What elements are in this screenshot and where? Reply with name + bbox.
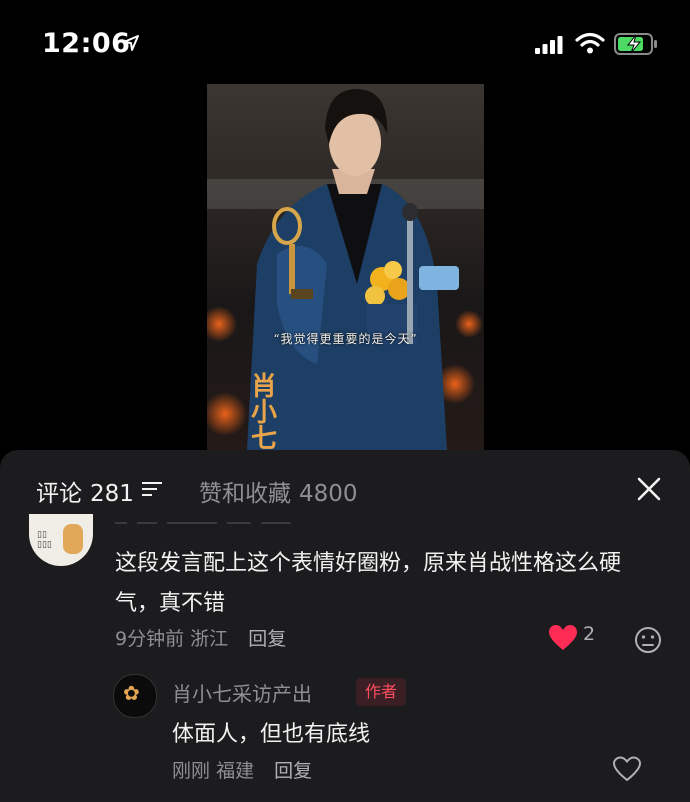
comment-time: 9分钟前 xyxy=(115,628,185,650)
tab-comments-label: 评论 xyxy=(36,481,82,507)
likes-count: 4800 xyxy=(299,481,358,507)
video-subtitle: “我觉得更重要的是今天” xyxy=(273,332,418,346)
author-avatar-glyph: ✿ xyxy=(123,681,140,705)
video-frame xyxy=(207,89,484,450)
comment-meta: 9分钟前 浙江 回复 xyxy=(115,624,286,651)
reply-meta: 刚刚 福建 回复 xyxy=(172,756,312,783)
avatar-figure xyxy=(63,524,83,554)
watermark-char: 七 xyxy=(251,424,278,450)
reply-time: 刚刚 xyxy=(172,760,211,782)
video-watermark: 肖 小 七 xyxy=(251,374,285,450)
reply-text: 体面人，但也有底线 xyxy=(172,722,371,747)
comment-location: 浙江 xyxy=(190,628,229,650)
author-badge: 作者 xyxy=(356,678,407,706)
comment-text: 这段发言配上这个表情好圈粉，原来肖战性格这么硬气，真不错 xyxy=(115,551,622,616)
heart-outline-icon[interactable] xyxy=(612,756,642,782)
commenter-name-placeholder xyxy=(115,522,355,530)
location-arrow-icon xyxy=(123,35,139,51)
status-bar: 12:06 xyxy=(0,0,690,88)
reply-button[interactable]: 回复 xyxy=(248,628,286,650)
comments-sheet: 评论 281 赞和收藏 4800 ▯▯ ▯▯▯ 这段发言配上这个表情好圈粉，原来肖战性… xyxy=(0,450,690,802)
tab-likes-label: 赞和收藏 xyxy=(199,481,291,507)
comments-count: 281 xyxy=(90,481,134,507)
close-icon[interactable] xyxy=(636,476,662,502)
video-player[interactable]: “我觉得更重要的是今天” 肖 小 七 xyxy=(207,84,484,450)
sort-icon[interactable] xyxy=(142,481,162,497)
avatar-decoration: ▯▯ ▯▯▯ xyxy=(37,530,52,550)
reply-button[interactable]: 回复 xyxy=(274,760,312,782)
tab-comments[interactable]: 评论 281 xyxy=(36,474,134,508)
dislike-face-icon[interactable] xyxy=(634,626,662,654)
battery-charging-icon xyxy=(614,33,657,55)
avatar[interactable]: ▯▯ ▯▯▯ xyxy=(29,514,93,566)
wifi-icon xyxy=(575,32,605,54)
reply-location: 福建 xyxy=(216,760,255,782)
reply-author-name[interactable]: 肖小七采访产出 xyxy=(172,678,312,707)
watermark-char: 小 xyxy=(251,398,278,428)
heart-icon[interactable] xyxy=(549,625,577,651)
status-time: 12:06 xyxy=(42,28,131,59)
watermark-char: 肖 xyxy=(251,372,278,402)
author-avatar[interactable]: ✿ xyxy=(113,674,157,718)
tab-likes-favorites[interactable]: 赞和收藏 4800 xyxy=(199,474,358,508)
like-count: 2 xyxy=(583,623,596,645)
cellular-signal-icon xyxy=(535,36,563,54)
